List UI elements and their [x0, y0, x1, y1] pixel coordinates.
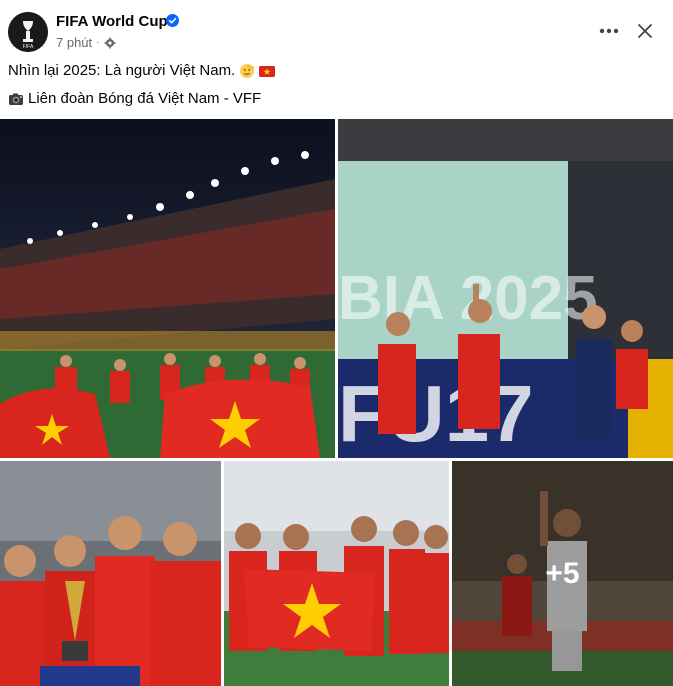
- fifa-logo-icon: FIFA: [8, 12, 48, 52]
- close-button[interactable]: [630, 16, 660, 46]
- gallery-photo-5[interactable]: +5: [452, 461, 673, 686]
- post-time[interactable]: 7 phút: [56, 35, 92, 50]
- vietnam-flag-emoji-icon: [259, 65, 276, 77]
- svg-text:FU17: FU17: [338, 369, 534, 458]
- post-caption: Nhìn lại 2025: Là người Việt Nam.: [8, 62, 276, 79]
- caption-text: Nhìn lại 2025: Là người Việt Nam.: [8, 62, 236, 79]
- close-icon: [638, 24, 652, 38]
- saluting-face-emoji-icon: [240, 63, 255, 78]
- page-name[interactable]: FIFA World Cup: [56, 13, 168, 30]
- photo-team-celebration-stadium: [0, 119, 335, 458]
- photo-women-team-flag: [224, 461, 449, 686]
- more-photos-overlay[interactable]: +5: [452, 461, 673, 686]
- more-photos-count: +5: [545, 556, 580, 590]
- gallery-photo-4[interactable]: [224, 461, 449, 686]
- meta-separator: ·: [96, 37, 100, 48]
- verified-badge-icon: [166, 14, 179, 27]
- post-meta: 7 phút ·: [56, 35, 116, 50]
- more-horizontal-icon: [599, 28, 619, 34]
- page-avatar[interactable]: FIFA: [8, 12, 48, 52]
- credit-text: Liên đoàn Bóng đá Việt Nam - VFF: [28, 90, 262, 107]
- gallery-photo-1[interactable]: [0, 119, 335, 458]
- gear-icon[interactable]: [104, 37, 116, 49]
- post-header: FIFA FIFA World Cup 7 phút ·: [0, 0, 673, 56]
- svg-text:BIA 2025: BIA 2025: [338, 264, 598, 333]
- svg-text:FIFA: FIFA: [23, 44, 34, 50]
- more-options-button[interactable]: [594, 16, 624, 46]
- photo-u17-goal-celebration: BIA 2025 FU17: [338, 119, 673, 458]
- gallery-photo-3[interactable]: [0, 461, 221, 686]
- photo-credit: Liên đoàn Bóng đá Việt Nam - VFF: [8, 90, 261, 107]
- gallery-photo-2[interactable]: BIA 2025 FU17: [338, 119, 673, 458]
- camera-emoji-icon: [9, 93, 23, 105]
- photo-trophy-heart-celebration: [0, 461, 221, 686]
